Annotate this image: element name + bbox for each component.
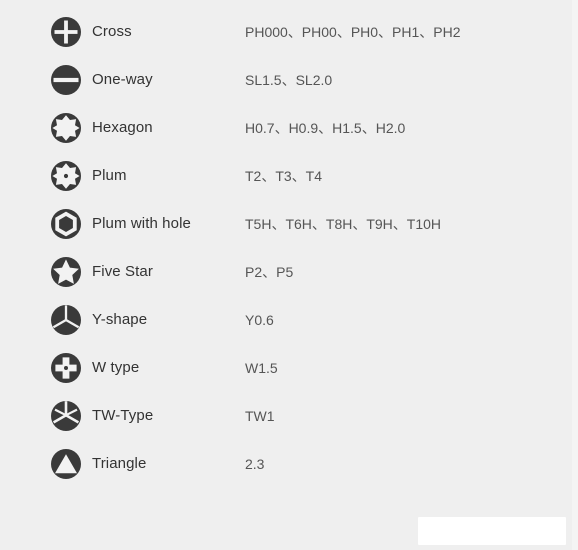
plum-torx-head-icon bbox=[50, 160, 82, 192]
table-row: TW-Type TW1 bbox=[0, 392, 578, 440]
bottom-right-input-box[interactable] bbox=[418, 517, 566, 545]
tw-type-head-icon bbox=[50, 400, 82, 432]
bit-sizes-value: Y0.6 bbox=[245, 312, 274, 328]
table-row: Plum with hole T5H、T6H、T8H、T9H、T10H bbox=[0, 200, 578, 248]
one-way-slotted-head-icon bbox=[50, 64, 82, 96]
five-star-head-icon bbox=[50, 256, 82, 288]
cross-head-icon bbox=[50, 16, 82, 48]
bit-sizes-value: 2.3 bbox=[245, 456, 265, 472]
bit-type-label: Triangle bbox=[92, 455, 147, 472]
table-row: Plum T2、T3、T4 bbox=[0, 152, 578, 200]
bit-type-label: Cross bbox=[92, 23, 132, 40]
bit-sizes-value: W1.5 bbox=[245, 360, 278, 376]
bit-type-label: Y-shape bbox=[92, 311, 148, 328]
bit-sizes-value: H0.7、H0.9、H1.5、H2.0 bbox=[245, 120, 406, 136]
table-row: Five Star P2、P5 bbox=[0, 248, 578, 296]
bit-type-label: Five Star bbox=[92, 263, 153, 280]
y-shape-head-icon bbox=[50, 304, 82, 336]
table-row: One-way SL1.5、SL2.0 bbox=[0, 56, 578, 104]
triangle-head-icon bbox=[50, 448, 82, 480]
table-row: Cross PH000、PH00、PH0、PH1、PH2 bbox=[0, 8, 578, 56]
table-row: Hexagon H0.7、H0.9、H1.5、H2.0 bbox=[0, 104, 578, 152]
table-row: Y-shape Y0.6 bbox=[0, 296, 578, 344]
bit-type-label: Hexagon bbox=[92, 119, 153, 136]
bit-sizes-value: SL1.5、SL2.0 bbox=[245, 72, 333, 88]
spec-table-page: Cross PH000、PH00、PH0、PH1、PH2 One-way SL1… bbox=[0, 0, 578, 550]
bit-type-label: Plum with hole bbox=[92, 215, 191, 232]
table-row: Triangle 2.3 bbox=[0, 440, 578, 488]
bit-sizes-value: T2、T3、T4 bbox=[245, 168, 323, 184]
bit-sizes-value: T5H、T6H、T8H、T9H、T10H bbox=[245, 216, 442, 232]
bit-type-label: TW-Type bbox=[92, 407, 154, 424]
w-type-head-icon bbox=[50, 352, 82, 384]
hexagon-star-head-icon bbox=[50, 112, 82, 144]
bit-sizes-value: TW1 bbox=[245, 408, 275, 424]
bit-type-label: One-way bbox=[92, 71, 153, 88]
bit-sizes-value: P2、P5 bbox=[245, 264, 294, 280]
plum-with-hole-head-icon bbox=[50, 208, 82, 240]
bit-sizes-value: PH000、PH00、PH0、PH1、PH2 bbox=[245, 24, 461, 40]
table-row: W type W1.5 bbox=[0, 344, 578, 392]
bit-type-label: Plum bbox=[92, 167, 127, 184]
bit-type-label: W type bbox=[92, 359, 140, 376]
